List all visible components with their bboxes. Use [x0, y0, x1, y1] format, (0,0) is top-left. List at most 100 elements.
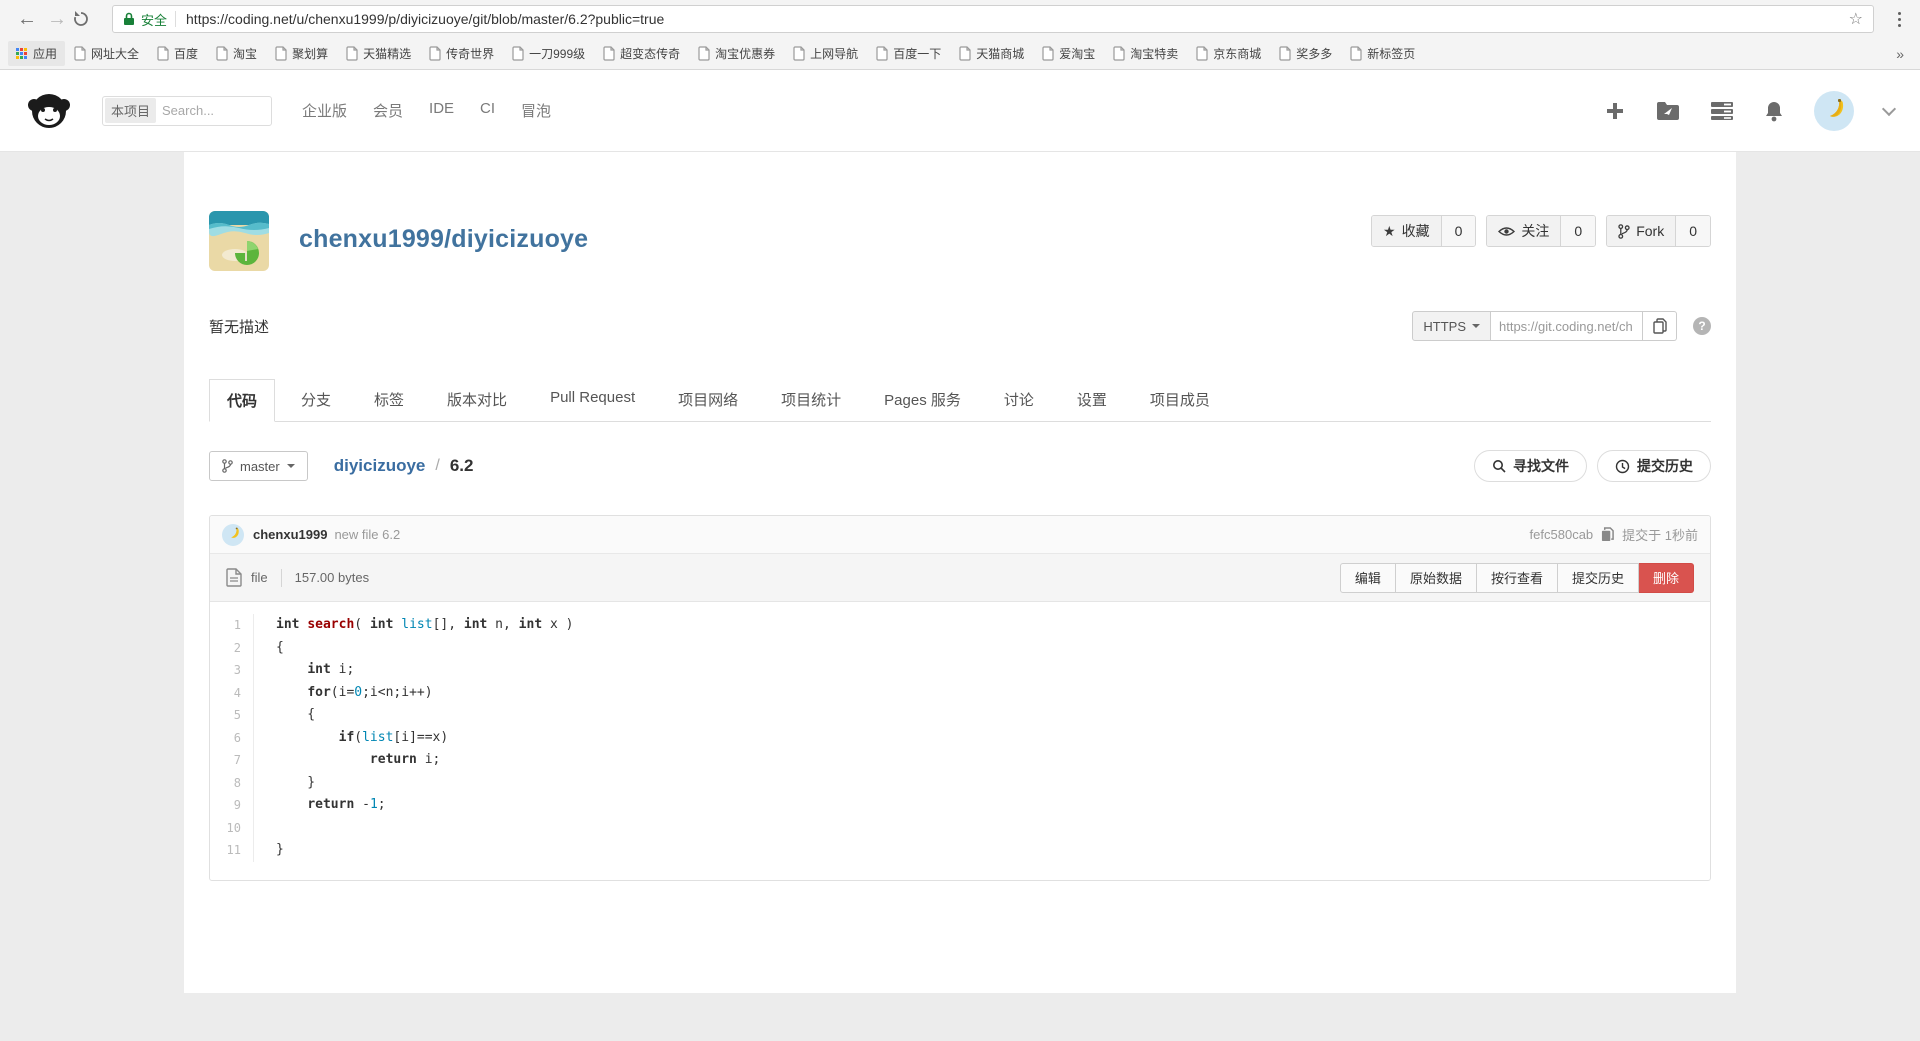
header-nav-企业版[interactable]: 企业版 — [302, 100, 347, 121]
bookmark-item[interactable]: 奖多多 — [1270, 45, 1341, 62]
back-icon[interactable]: ← — [12, 8, 42, 31]
tab-项目统计[interactable]: 项目统计 — [764, 379, 858, 422]
line-number[interactable]: 10 — [210, 816, 254, 839]
page-icon — [876, 46, 888, 61]
line-number[interactable]: 11 — [210, 839, 254, 862]
commit-history-button[interactable]: 提交历史 — [1597, 450, 1711, 482]
header-nav-CI[interactable]: CI — [480, 100, 495, 121]
bookmark-item[interactable]: 百度 — [148, 45, 207, 62]
forward-icon[interactable]: → — [42, 8, 72, 31]
Fork-count[interactable]: 0 — [1675, 216, 1710, 246]
tab-版本对比[interactable]: 版本对比 — [430, 379, 524, 422]
bookmark-item[interactable]: 百度一下 — [867, 45, 950, 62]
user-menu-chevron-icon[interactable] — [1881, 101, 1897, 116]
reload-icon[interactable] — [72, 10, 100, 28]
repo-title[interactable]: chenxu1999/diyicizuoye — [299, 225, 588, 254]
收藏-count[interactable]: 0 — [1440, 216, 1476, 246]
bookmark-item[interactable]: 一刀999级 — [503, 45, 594, 62]
tab-Pages 服务[interactable]: Pages 服务 — [867, 379, 978, 422]
copy-icon[interactable] — [1601, 527, 1614, 542]
bookmark-item[interactable]: 京东商城 — [1187, 45, 1270, 62]
line-number[interactable]: 4 — [210, 681, 254, 704]
projects-folder-icon[interactable] — [1656, 101, 1680, 121]
page-icon — [157, 46, 169, 61]
page-icon — [793, 46, 805, 61]
plus-icon[interactable] — [1604, 100, 1626, 122]
tab-项目成员[interactable]: 项目成员 — [1133, 379, 1227, 422]
breadcrumb-repo-link[interactable]: diyicizuoye — [334, 456, 426, 476]
bookmark-item[interactable]: 淘宝优惠券 — [689, 45, 784, 62]
bookmark-item[interactable]: 淘宝特卖 — [1104, 45, 1187, 62]
commit-author-avatar[interactable] — [222, 523, 244, 546]
browser-menu-icon[interactable] — [1890, 11, 1908, 27]
repo-avatar[interactable] — [209, 211, 269, 271]
header-search-box[interactable]: 本项目 — [102, 95, 272, 126]
bookmark-item[interactable]: 超变态传奇 — [594, 45, 689, 62]
header-nav-IDE[interactable]: IDE — [429, 100, 454, 121]
user-avatar[interactable] — [1814, 90, 1854, 131]
tab-设置[interactable]: 设置 — [1060, 379, 1124, 422]
commit-author[interactable]: chenxu1999 — [253, 527, 327, 542]
tab-讨论[interactable]: 讨论 — [987, 379, 1051, 422]
bookmark-label: 天猫精选 — [363, 47, 412, 61]
url-text[interactable]: https://coding.net/u/chenxu1999/p/diyici… — [186, 11, 1841, 27]
clone-url-input[interactable] — [1491, 311, 1643, 341]
clone-protocol-dropdown[interactable]: HTTPS — [1412, 311, 1491, 341]
help-icon[interactable]: ? — [1693, 317, 1711, 335]
bookmark-item[interactable]: 天猫商城 — [950, 45, 1033, 62]
file-action-按行查看[interactable]: 按行查看 — [1476, 562, 1558, 593]
line-number[interactable]: 5 — [210, 704, 254, 727]
bookmark-item[interactable]: 新标签页 — [1341, 45, 1424, 62]
clone-copy-button[interactable] — [1643, 311, 1677, 341]
line-number[interactable]: 7 — [210, 749, 254, 772]
page-icon — [1350, 46, 1362, 61]
line-number[interactable]: 6 — [210, 726, 254, 749]
page-icon — [1279, 46, 1291, 61]
file-action-原始数据[interactable]: 原始数据 — [1395, 562, 1477, 593]
tab-项目网络[interactable]: 项目网络 — [661, 379, 755, 422]
line-number[interactable]: 8 — [210, 771, 254, 794]
收藏-button[interactable]: ★ 收藏 — [1372, 216, 1441, 246]
file-action-编辑[interactable]: 编辑 — [1339, 562, 1396, 593]
关注-count[interactable]: 0 — [1560, 216, 1596, 246]
tab-标签[interactable]: 标签 — [357, 379, 421, 422]
star-icon: ★ — [1383, 222, 1396, 239]
bookmark-label: 京东商城 — [1213, 47, 1262, 61]
tab-代码[interactable]: 代码 — [209, 379, 276, 422]
bookmark-item[interactable]: 聚划算 — [266, 45, 337, 62]
file-action-提交历史[interactable]: 提交历史 — [1557, 562, 1639, 593]
main-nav: 企业版 会员 IDE CI 冒泡 — [302, 100, 551, 121]
line-number[interactable]: 1 — [210, 614, 254, 637]
address-bar[interactable]: 安全 https://coding.net/u/chenxu1999/p/diy… — [112, 5, 1874, 33]
line-number[interactable]: 2 — [210, 636, 254, 659]
line-number[interactable]: 9 — [210, 794, 254, 817]
bookmark-star-icon[interactable]: ☆ — [1849, 9, 1863, 29]
bookmark-item[interactable]: 爱淘宝 — [1033, 45, 1104, 62]
header-nav-冒泡[interactable]: 冒泡 — [521, 100, 551, 121]
bookmark-item[interactable]: 天猫精选 — [337, 45, 420, 62]
tab-分支[interactable]: 分支 — [284, 379, 348, 422]
commit-hash[interactable]: fefc580cab — [1530, 527, 1594, 542]
bookmark-item[interactable]: 上网导航 — [784, 45, 867, 62]
apps-button[interactable]: 应用 — [8, 41, 66, 66]
code-text: int search( int list[], int n, int x ) — [276, 617, 574, 632]
notifications-bell-icon[interactable] — [1764, 100, 1784, 122]
header-nav-会员[interactable]: 会员 — [373, 100, 403, 121]
delete-button[interactable]: 删除 — [1638, 562, 1694, 593]
Fork-button[interactable]: Fork — [1607, 216, 1676, 246]
task-list-icon[interactable] — [1710, 101, 1734, 121]
line-number[interactable]: 3 — [210, 659, 254, 682]
bookmark-item[interactable]: 传奇世界 — [420, 45, 503, 62]
关注-button[interactable]: 关注 — [1487, 216, 1561, 246]
coding-logo-icon[interactable] — [26, 88, 72, 134]
branch-selector[interactable]: master — [209, 451, 308, 481]
bookmarks-bar: 应用 网址大全 百度 淘宝 聚划算 天猫精选 传奇世界 一刀999级 超变态传奇 淘宝优惠券 上网… — [0, 38, 1920, 70]
tab-Pull Request[interactable]: Pull Request — [533, 379, 652, 422]
bookmarks-overflow-chevron[interactable]: » — [1888, 46, 1912, 62]
bookmark-item[interactable]: 网址大全 — [65, 45, 148, 62]
code-text: if(list[i]==x) — [338, 729, 449, 745]
search-input[interactable] — [162, 103, 247, 118]
find-file-button[interactable]: 寻找文件 — [1474, 450, 1587, 482]
bookmark-item[interactable]: 淘宝 — [207, 45, 266, 62]
